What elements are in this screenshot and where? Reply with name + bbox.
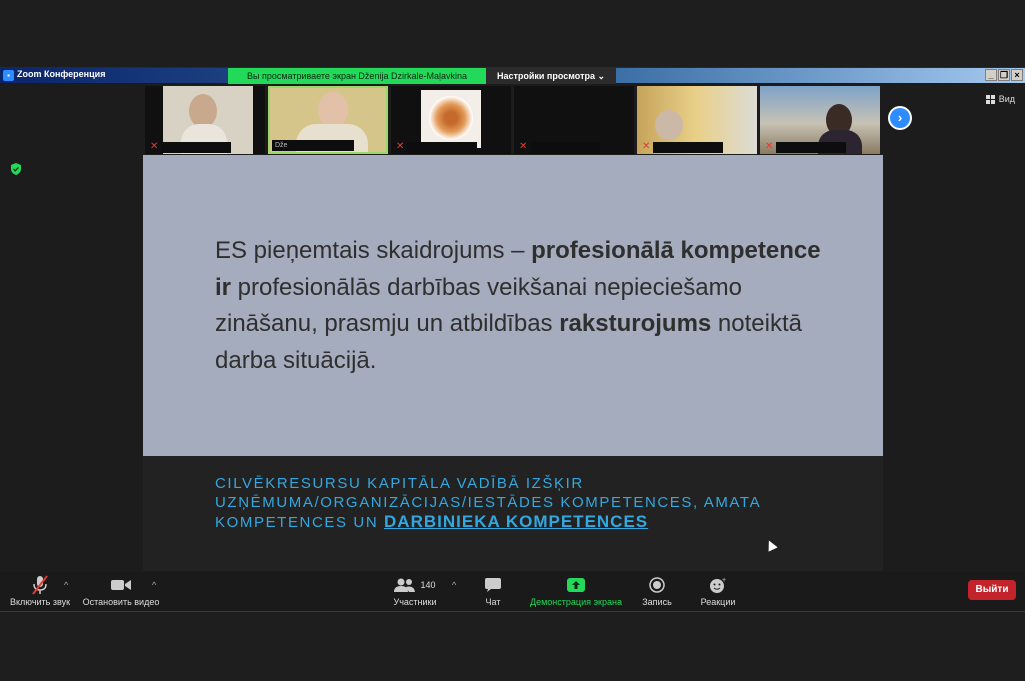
share-screen-button[interactable]: Демонстрация экрана (526, 575, 626, 607)
grid-icon (985, 94, 995, 104)
slide-bold-part: raksturojums (559, 310, 712, 337)
next-page-button[interactable]: › (888, 106, 912, 130)
chat-label: Чат (485, 597, 501, 607)
unmute-label: Включить звук (9, 597, 71, 607)
meeting-area: Вид ✕ Dže ✕ ✕ ✕ ✕ › ES pieņemtais skaidr… (0, 84, 1025, 611)
shared-slide: ES pieņemtais skaidrojums – profesionālā… (143, 155, 883, 571)
participants-button[interactable]: 140 Участники (390, 575, 440, 607)
reactions-button[interactable]: + Реакции (696, 575, 740, 607)
participants-count: 140 (420, 580, 436, 590)
video-tile-no-video[interactable]: ✕ (514, 86, 634, 154)
participant-name (407, 142, 477, 153)
muted-mic-icon: ✕ (519, 141, 528, 152)
share-screen-label: Демонстрация экрана (530, 597, 622, 607)
slide-footer-panel: CILVĒKRESURSU KAPITĀLA VADĪBĀ IZŠĶIR UZŅ… (143, 456, 883, 571)
slide-subtitle-emphasis: DARBINIEKA KOMPETENCES (384, 512, 649, 531)
zoom-app-icon: ▪ (3, 70, 14, 81)
muted-mic-icon: ✕ (396, 141, 405, 152)
participant-name (653, 142, 723, 153)
participants-options-caret-icon[interactable]: ^ (452, 580, 456, 590)
muted-mic-icon: ✕ (642, 141, 651, 152)
window-title: Zoom Конференция (17, 69, 106, 79)
audio-options-caret-icon[interactable]: ^ (64, 580, 68, 590)
close-button[interactable]: × (1011, 69, 1023, 81)
muted-microphone-icon (32, 575, 48, 595)
view-settings-dropdown[interactable]: Настройки просмотра ⌄ (486, 68, 616, 84)
leave-meeting-button[interactable]: Выйти (968, 580, 1016, 600)
chat-button[interactable]: Чат (478, 575, 508, 607)
participant-name (776, 142, 846, 153)
participant-name (530, 142, 600, 153)
slide-text-part: ES pieņemtais skaidrojums – (215, 237, 532, 264)
desktop-bottom-area (0, 611, 1025, 681)
video-tile[interactable]: ✕ (637, 86, 757, 154)
share-screen-icon (567, 578, 585, 592)
emoji-reaction-icon: + (710, 577, 726, 593)
video-camera-icon (111, 580, 131, 590)
chevron-down-icon: ⌄ (597, 71, 606, 81)
slide-main-panel: ES pieņemtais skaidrojums – profesionālā… (143, 155, 883, 456)
record-icon (649, 577, 665, 593)
view-label: Вид (998, 94, 1015, 104)
participants-icon (394, 578, 416, 592)
participant-name (161, 142, 231, 153)
video-options-caret-icon[interactable]: ^ (152, 580, 156, 590)
stop-video-label: Остановить видео (82, 597, 160, 607)
participant-name: Dže (272, 140, 354, 151)
view-settings-label: Настройки просмотра (496, 71, 595, 81)
record-label: Запись (642, 597, 672, 607)
muted-mic-icon: ✕ (150, 141, 159, 152)
video-tile-active-speaker[interactable]: Dže (268, 86, 388, 154)
restore-button[interactable]: ❐ (998, 69, 1010, 81)
shield-icon[interactable] (10, 163, 22, 175)
desktop-top-area (0, 0, 1025, 68)
participants-label: Участники (393, 597, 437, 607)
video-tile[interactable]: ✕ (760, 86, 880, 154)
chevron-right-icon: › (890, 108, 910, 128)
meeting-toolbar: Включить звук ^ Остановить видео ^ 140 У… (0, 572, 1025, 611)
muted-mic-icon: ✕ (765, 141, 774, 152)
minimize-button[interactable]: _ (985, 69, 997, 81)
video-tile[interactable]: ✕ (391, 86, 511, 154)
view-button[interactable]: Вид (985, 94, 1015, 104)
slide-body-text: ES pieņemtais skaidrojums – profesionālā… (215, 233, 825, 379)
slide-subtitle: CILVĒKRESURSU KAPITĀLA VADĪBĀ IZŠĶIR UZŅ… (215, 474, 835, 532)
stop-video-button[interactable]: Остановить видео (80, 575, 162, 607)
svg-text:+: + (722, 577, 726, 584)
chat-bubble-icon (485, 578, 501, 592)
reactions-label: Реакции (700, 597, 736, 607)
screen-share-banner: Вы просматриваете экран Dženija Dzirkale… (228, 68, 486, 84)
window-controls: _ ❐ × (985, 69, 1023, 81)
record-button[interactable]: Запись (636, 575, 678, 607)
video-tile[interactable]: ✕ (145, 86, 265, 154)
